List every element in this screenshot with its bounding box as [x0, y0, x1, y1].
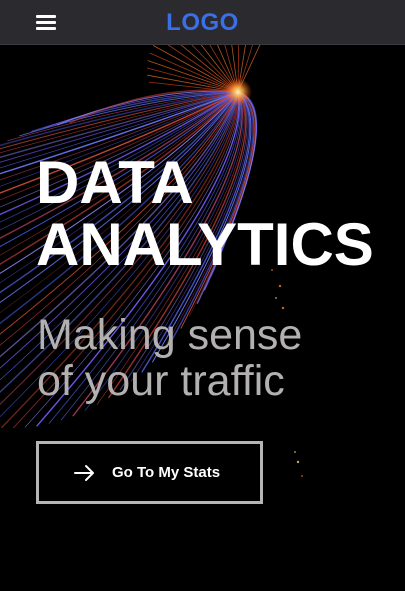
hero-subtitle-line: Making sense [37, 311, 303, 359]
hero-title: DATA ANALYTICS [36, 152, 374, 276]
hero-title-line: ANALYTICS [36, 211, 374, 278]
hero-subtitle-line: of your traffic [37, 357, 285, 405]
top-navbar: LOGO [0, 0, 405, 45]
landing-page: LOGO DATA ANALYTICS Making sense of your… [0, 0, 405, 591]
go-to-stats-label: Go To My Stats [112, 464, 221, 481]
hero-subtitle: Making sense of your traffic [37, 312, 302, 404]
logo[interactable]: LOGO [0, 9, 405, 37]
go-to-stats-button[interactable]: Go To My Stats [36, 441, 263, 504]
hero-title-line: DATA [36, 149, 194, 216]
arrow-right-icon [74, 464, 94, 481]
